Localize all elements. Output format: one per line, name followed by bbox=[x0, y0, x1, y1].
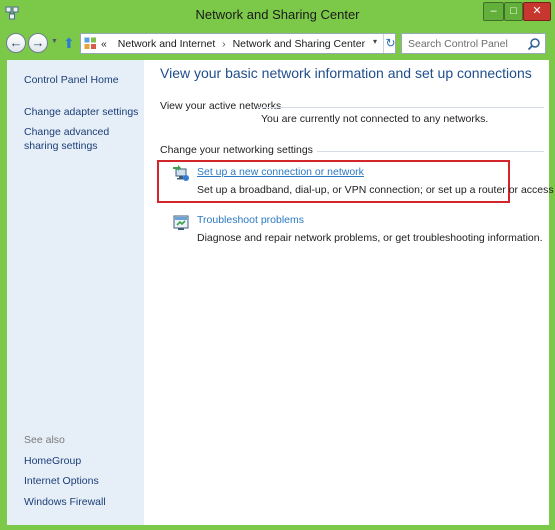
search-placeholder: Search Control Panel bbox=[408, 38, 508, 50]
close-button[interactable]: ✕ bbox=[523, 2, 551, 21]
minimize-button[interactable]: – bbox=[483, 2, 504, 21]
search-input[interactable]: Search Control Panel bbox=[401, 33, 546, 54]
sidebar-item-internet-options[interactable]: Internet Options bbox=[24, 474, 99, 488]
window: Network and Sharing Center – □ ✕ ← → ▼ ⬆… bbox=[0, 0, 555, 530]
up-button[interactable]: ⬆ bbox=[63, 35, 77, 51]
sidebar-item-homegroup[interactable]: HomeGroup bbox=[24, 454, 81, 468]
breadcrumb-separator-icon[interactable]: › bbox=[218, 38, 230, 50]
active-networks-heading: View your active networks bbox=[160, 100, 282, 112]
sidebar-item-change-adapter-settings[interactable]: Change adapter settings bbox=[24, 105, 138, 119]
navigation-bar: ← → ▼ ⬆ « Network and Internet › Network… bbox=[0, 30, 555, 60]
title-bar: Network and Sharing Center – □ ✕ bbox=[0, 0, 555, 30]
breadcrumb-network-and-internet[interactable]: Network and Internet bbox=[118, 38, 215, 50]
main-content: View your basic network information and … bbox=[144, 60, 555, 525]
window-title: Network and Sharing Center bbox=[195, 7, 360, 22]
sidebar: Control Panel Home Change adapter settin… bbox=[7, 60, 144, 525]
recent-pages-dropdown-icon[interactable]: ▼ bbox=[51, 38, 58, 48]
change-settings-heading: Change your networking settings bbox=[160, 144, 313, 156]
forward-button[interactable]: → bbox=[28, 33, 48, 53]
sidebar-item-change-advanced-sharing-settings[interactable]: Change advanced sharing settings bbox=[24, 125, 136, 153]
setup-new-connection-description: Set up a broadband, dial-up, or VPN conn… bbox=[197, 184, 555, 196]
breadcrumb-spacer bbox=[110, 38, 118, 50]
troubleshoot-problems-description: Diagnose and repair network problems, or… bbox=[197, 232, 543, 244]
sidebar-item-windows-firewall[interactable]: Windows Firewall bbox=[24, 495, 106, 509]
search-icon[interactable] bbox=[527, 37, 541, 51]
breadcrumb-overflow-icon[interactable]: « bbox=[101, 38, 107, 50]
section-divider bbox=[257, 107, 544, 108]
sidebar-item-control-panel-home[interactable]: Control Panel Home bbox=[24, 73, 119, 87]
section-divider bbox=[317, 151, 544, 152]
refresh-icon[interactable]: ↻ bbox=[383, 34, 397, 53]
network-setup-icon bbox=[173, 165, 189, 181]
address-bar[interactable]: « Network and Internet › Network and Sha… bbox=[80, 33, 396, 54]
maximize-button[interactable]: □ bbox=[504, 2, 523, 21]
back-button[interactable]: ← bbox=[6, 33, 26, 53]
see-also-label: See also bbox=[24, 434, 65, 446]
troubleshoot-icon bbox=[173, 215, 189, 230]
address-dropdown-icon[interactable]: ▾ bbox=[373, 37, 377, 46]
breadcrumb-network-and-sharing-center[interactable]: Network and Sharing Center bbox=[233, 38, 366, 50]
control-panel-icon bbox=[84, 37, 96, 49]
setup-new-connection-link[interactable]: Set up a new connection or network bbox=[197, 166, 364, 178]
troubleshoot-problems-link[interactable]: Troubleshoot problems bbox=[197, 214, 304, 226]
network-status-text: You are currently not connected to any n… bbox=[261, 113, 489, 125]
breadcrumb: « Network and Internet › Network and Sha… bbox=[101, 38, 365, 50]
page-title: View your basic network information and … bbox=[160, 65, 532, 81]
